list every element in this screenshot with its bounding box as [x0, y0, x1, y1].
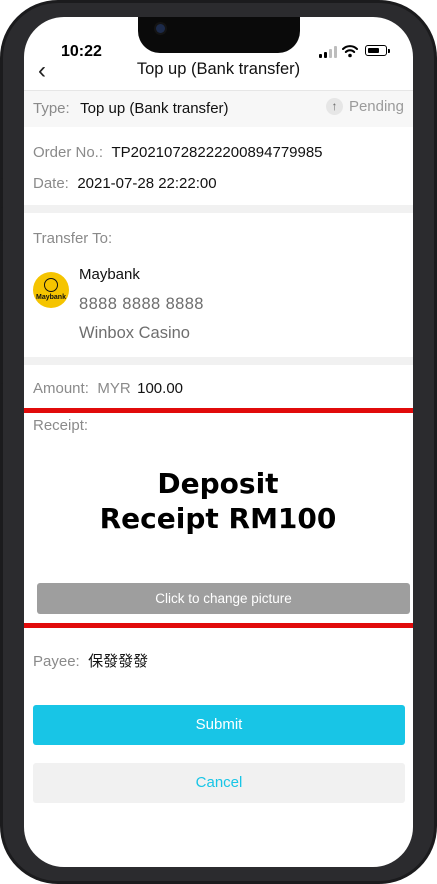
- payee-value: 保發發發: [88, 653, 149, 670]
- date-value: 2021-07-28 22:22:00: [77, 175, 217, 192]
- tiger-emblem-icon: [44, 278, 58, 292]
- maybank-logo: Maybank: [33, 272, 69, 308]
- date-label: Date:: [33, 175, 69, 192]
- change-picture-button[interactable]: Click to change picture: [37, 583, 410, 614]
- bank-name: Maybank: [79, 266, 140, 283]
- receipt-highlight-box: Receipt: Deposit Receipt RM100 Click to …: [24, 408, 413, 628]
- type-section: Type: Top up (Bank transfer) ↑ Pending: [24, 91, 413, 127]
- receipt-label: Receipt:: [33, 417, 89, 434]
- amount-value: 100.00: [137, 380, 184, 397]
- arrow-up-icon: ↑: [325, 98, 343, 115]
- camera-icon: [156, 24, 165, 33]
- type-label: Type:: [33, 100, 70, 117]
- account-number[interactable]: 8888 8888 8888: [79, 295, 204, 313]
- amount-currency: MYR: [97, 380, 131, 397]
- logo-text: Maybank: [36, 294, 66, 301]
- order-section: Order No.: TP20210728222200894779985 Dat…: [24, 127, 413, 205]
- divider: [24, 357, 413, 365]
- receipt-image-line1: Deposit: [157, 467, 279, 500]
- account-name: Winbox Casino: [79, 324, 190, 342]
- order-number: TP20210728222200894779985: [111, 144, 323, 161]
- submit-button[interactable]: Submit: [33, 705, 405, 745]
- type-value: Top up (Bank transfer): [80, 100, 229, 117]
- transfer-label: Transfer To:: [33, 230, 113, 247]
- page-title: Top up (Bank transfer): [136, 60, 301, 78]
- volume-down-button: [0, 322, 3, 384]
- receipt-image[interactable]: Deposit Receipt RM100: [24, 466, 413, 536]
- payee-label: Payee:: [33, 653, 80, 670]
- order-label: Order No.:: [33, 144, 104, 161]
- divider: [24, 205, 413, 213]
- screen: 10:22 ‹ Top up (Bank transfer) Type: Top…: [24, 17, 413, 867]
- status-text: Pending: [348, 98, 404, 115]
- receipt-image-line2: Receipt RM100: [99, 502, 337, 535]
- nav-bar: ‹ Top up (Bank transfer): [24, 53, 413, 91]
- status-badge: ↑ Pending: [325, 98, 404, 115]
- silent-switch: [0, 178, 3, 208]
- cancel-button[interactable]: Cancel: [33, 763, 405, 803]
- notch: [138, 17, 300, 53]
- volume-up-button: [0, 240, 3, 302]
- phone-frame: 10:22 ‹ Top up (Bank transfer) Type: Top…: [0, 0, 437, 884]
- amount-label: Amount:: [33, 380, 89, 397]
